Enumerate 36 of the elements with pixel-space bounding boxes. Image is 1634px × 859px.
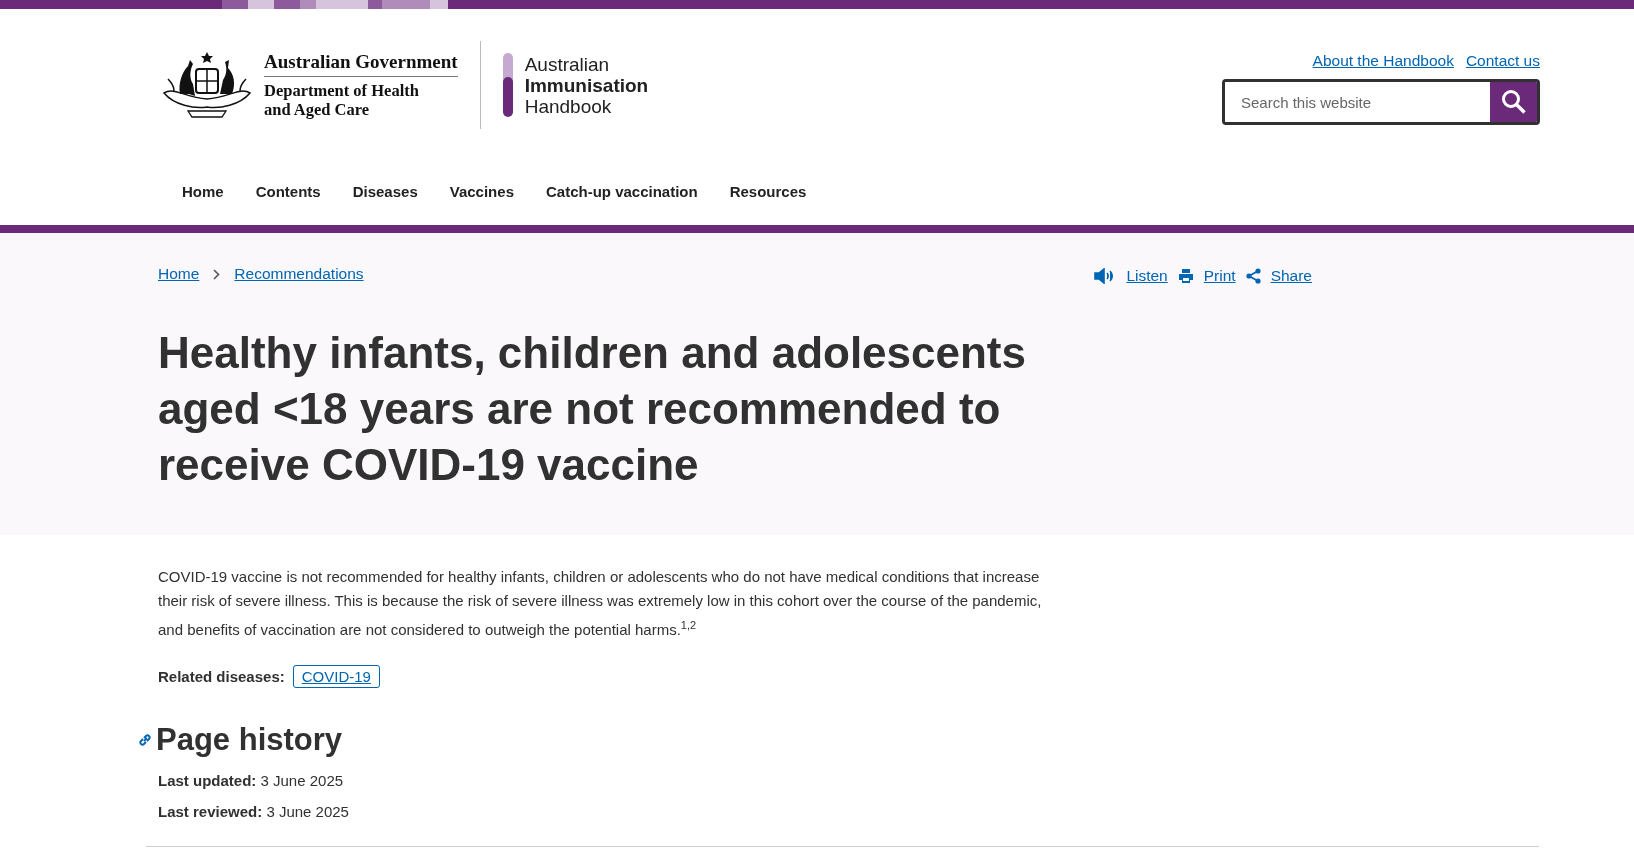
government-name: Australian Government: [264, 51, 458, 77]
utility-link[interactable]: About the Handbook: [1312, 52, 1454, 70]
search-button[interactable]: [1490, 82, 1537, 122]
section-heading: Page history: [156, 722, 343, 758]
handbook-logo-icon: [502, 53, 513, 117]
link-icon[interactable]: [138, 733, 152, 747]
nav-item[interactable]: Catch-up vaccination: [529, 182, 714, 200]
department-name: and Aged Care: [264, 100, 371, 119]
nav-item[interactable]: Diseases: [336, 182, 434, 200]
related-label: Related diseases:: [158, 668, 285, 685]
history-label: Last updated:: [158, 772, 257, 789]
nav-item[interactable]: Home: [166, 182, 240, 200]
history-date: 3 June 2025: [266, 803, 349, 820]
department-name: Department of Health: [264, 81, 420, 100]
handbook-title: Handbook: [524, 95, 613, 117]
body-paragraph: COVID-19 vaccine is not recommended for healthy infants, children or adolescents who do not have medical conditions that increase their risk of severe illness. This is because the risk of severe illness was extremely low in this cohort over the course of the pandemic, and benefits of vaccination are not considered to outweigh the potential harms.$^{1,2}$: [158, 567, 1043, 640]
nav-item[interactable]: Contents: [239, 182, 337, 200]
history-label: Last reviewed:: [158, 803, 263, 820]
breadcrumb-link[interactable]: Recommendations: [234, 265, 364, 283]
breadcrumb-link[interactable]: Home: [158, 265, 200, 283]
search-field[interactable]: Search this website: [1222, 79, 1540, 125]
nav-item[interactable]: Resources: [713, 182, 823, 200]
page-title: Healthy infants, children and adolescents aged <18 years are not recommended to receive COVID-19 vaccine: [158, 327, 1027, 491]
listen-link[interactable]: Listen: [1094, 267, 1168, 285]
chevron-icon: [213, 268, 221, 280]
printer-icon: [1177, 268, 1194, 284]
handbook-title: Australian: [524, 53, 611, 75]
share-link[interactable]: Share: [1245, 267, 1312, 285]
utility-link[interactable]: Contact us: [1465, 52, 1540, 70]
print-link[interactable]: Print: [1177, 267, 1236, 285]
history-date: 3 June 2025: [260, 772, 344, 789]
handbook-title: Immunisation: [524, 74, 649, 96]
disease-tag[interactable]: COVID-19: [292, 665, 380, 688]
search-icon: [1500, 89, 1527, 115]
share-icon: [1245, 268, 1261, 284]
nav-item[interactable]: Vaccines: [433, 182, 530, 200]
